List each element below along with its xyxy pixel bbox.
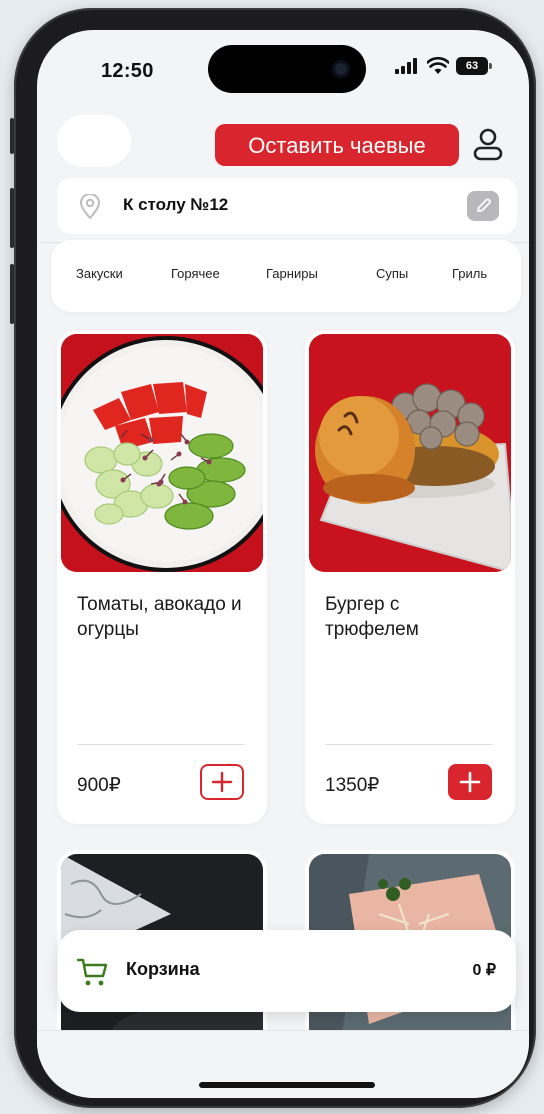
home-indicator[interactable]: [199, 1082, 375, 1088]
table-location-bar[interactable]: К столу №12: [57, 178, 517, 234]
category-tabs: Закуски Горячее Гарниры Супы Гриль: [51, 240, 521, 312]
tab-category[interactable]: Закуски: [76, 266, 123, 281]
card-divider: [325, 744, 493, 745]
add-to-cart-button[interactable]: [448, 764, 492, 800]
tab-category[interactable]: Гриль: [452, 266, 487, 281]
edit-location-button[interactable]: [467, 191, 499, 221]
status-bar: 12:50 63: [37, 30, 529, 100]
plus-icon: [211, 771, 233, 793]
cart-total: 0 ₽: [472, 962, 496, 979]
table-location-text: К столу №12: [123, 195, 229, 214]
product-image-burger[interactable]: [309, 334, 511, 572]
restaurant-logo[interactable]: [57, 115, 131, 167]
product-price: 1350₽: [325, 775, 380, 796]
status-time: 12:50: [101, 60, 154, 82]
plus-icon: [459, 771, 481, 793]
tab-category[interactable]: Гарниры: [266, 266, 318, 281]
dynamic-island: [208, 45, 366, 93]
user-profile-icon[interactable]: [470, 126, 506, 162]
pencil-icon: [477, 198, 491, 212]
tab-category[interactable]: Супы: [376, 266, 408, 281]
product-card[interactable]: Томаты, авокадо и огурцы 900₽: [57, 330, 267, 824]
cart-bar[interactable]: Корзина 0 ₽: [58, 930, 516, 1012]
cart-label: Корзина: [126, 959, 200, 979]
wifi-icon: [427, 57, 449, 74]
location-pin-icon: [79, 194, 101, 220]
leave-tip-button[interactable]: Оставить чаевые: [215, 124, 459, 166]
battery-icon: 63: [456, 57, 492, 75]
shopping-cart-icon: [76, 958, 108, 986]
product-image-salad[interactable]: [61, 334, 263, 572]
product-name: Томаты, авокадо и огурцы: [77, 594, 242, 640]
phone-action-button: [10, 118, 14, 154]
phone-volume-up-button: [10, 188, 14, 248]
add-to-cart-button[interactable]: [200, 764, 244, 800]
cellular-signal-icon: [395, 58, 417, 74]
card-divider: [77, 744, 245, 745]
app-screen: 12:50 63 Оставить чаевые К столу №12 Зак…: [37, 30, 529, 1098]
phone-volume-down-button: [10, 264, 14, 324]
product-price: 900₽: [77, 775, 121, 796]
product-card[interactable]: Бургер с трюфелем 1350₽: [305, 330, 515, 824]
camera-icon: [332, 60, 350, 78]
tab-category[interactable]: Горячее: [171, 266, 220, 281]
product-name: Бургер с трюфелем: [325, 594, 419, 640]
